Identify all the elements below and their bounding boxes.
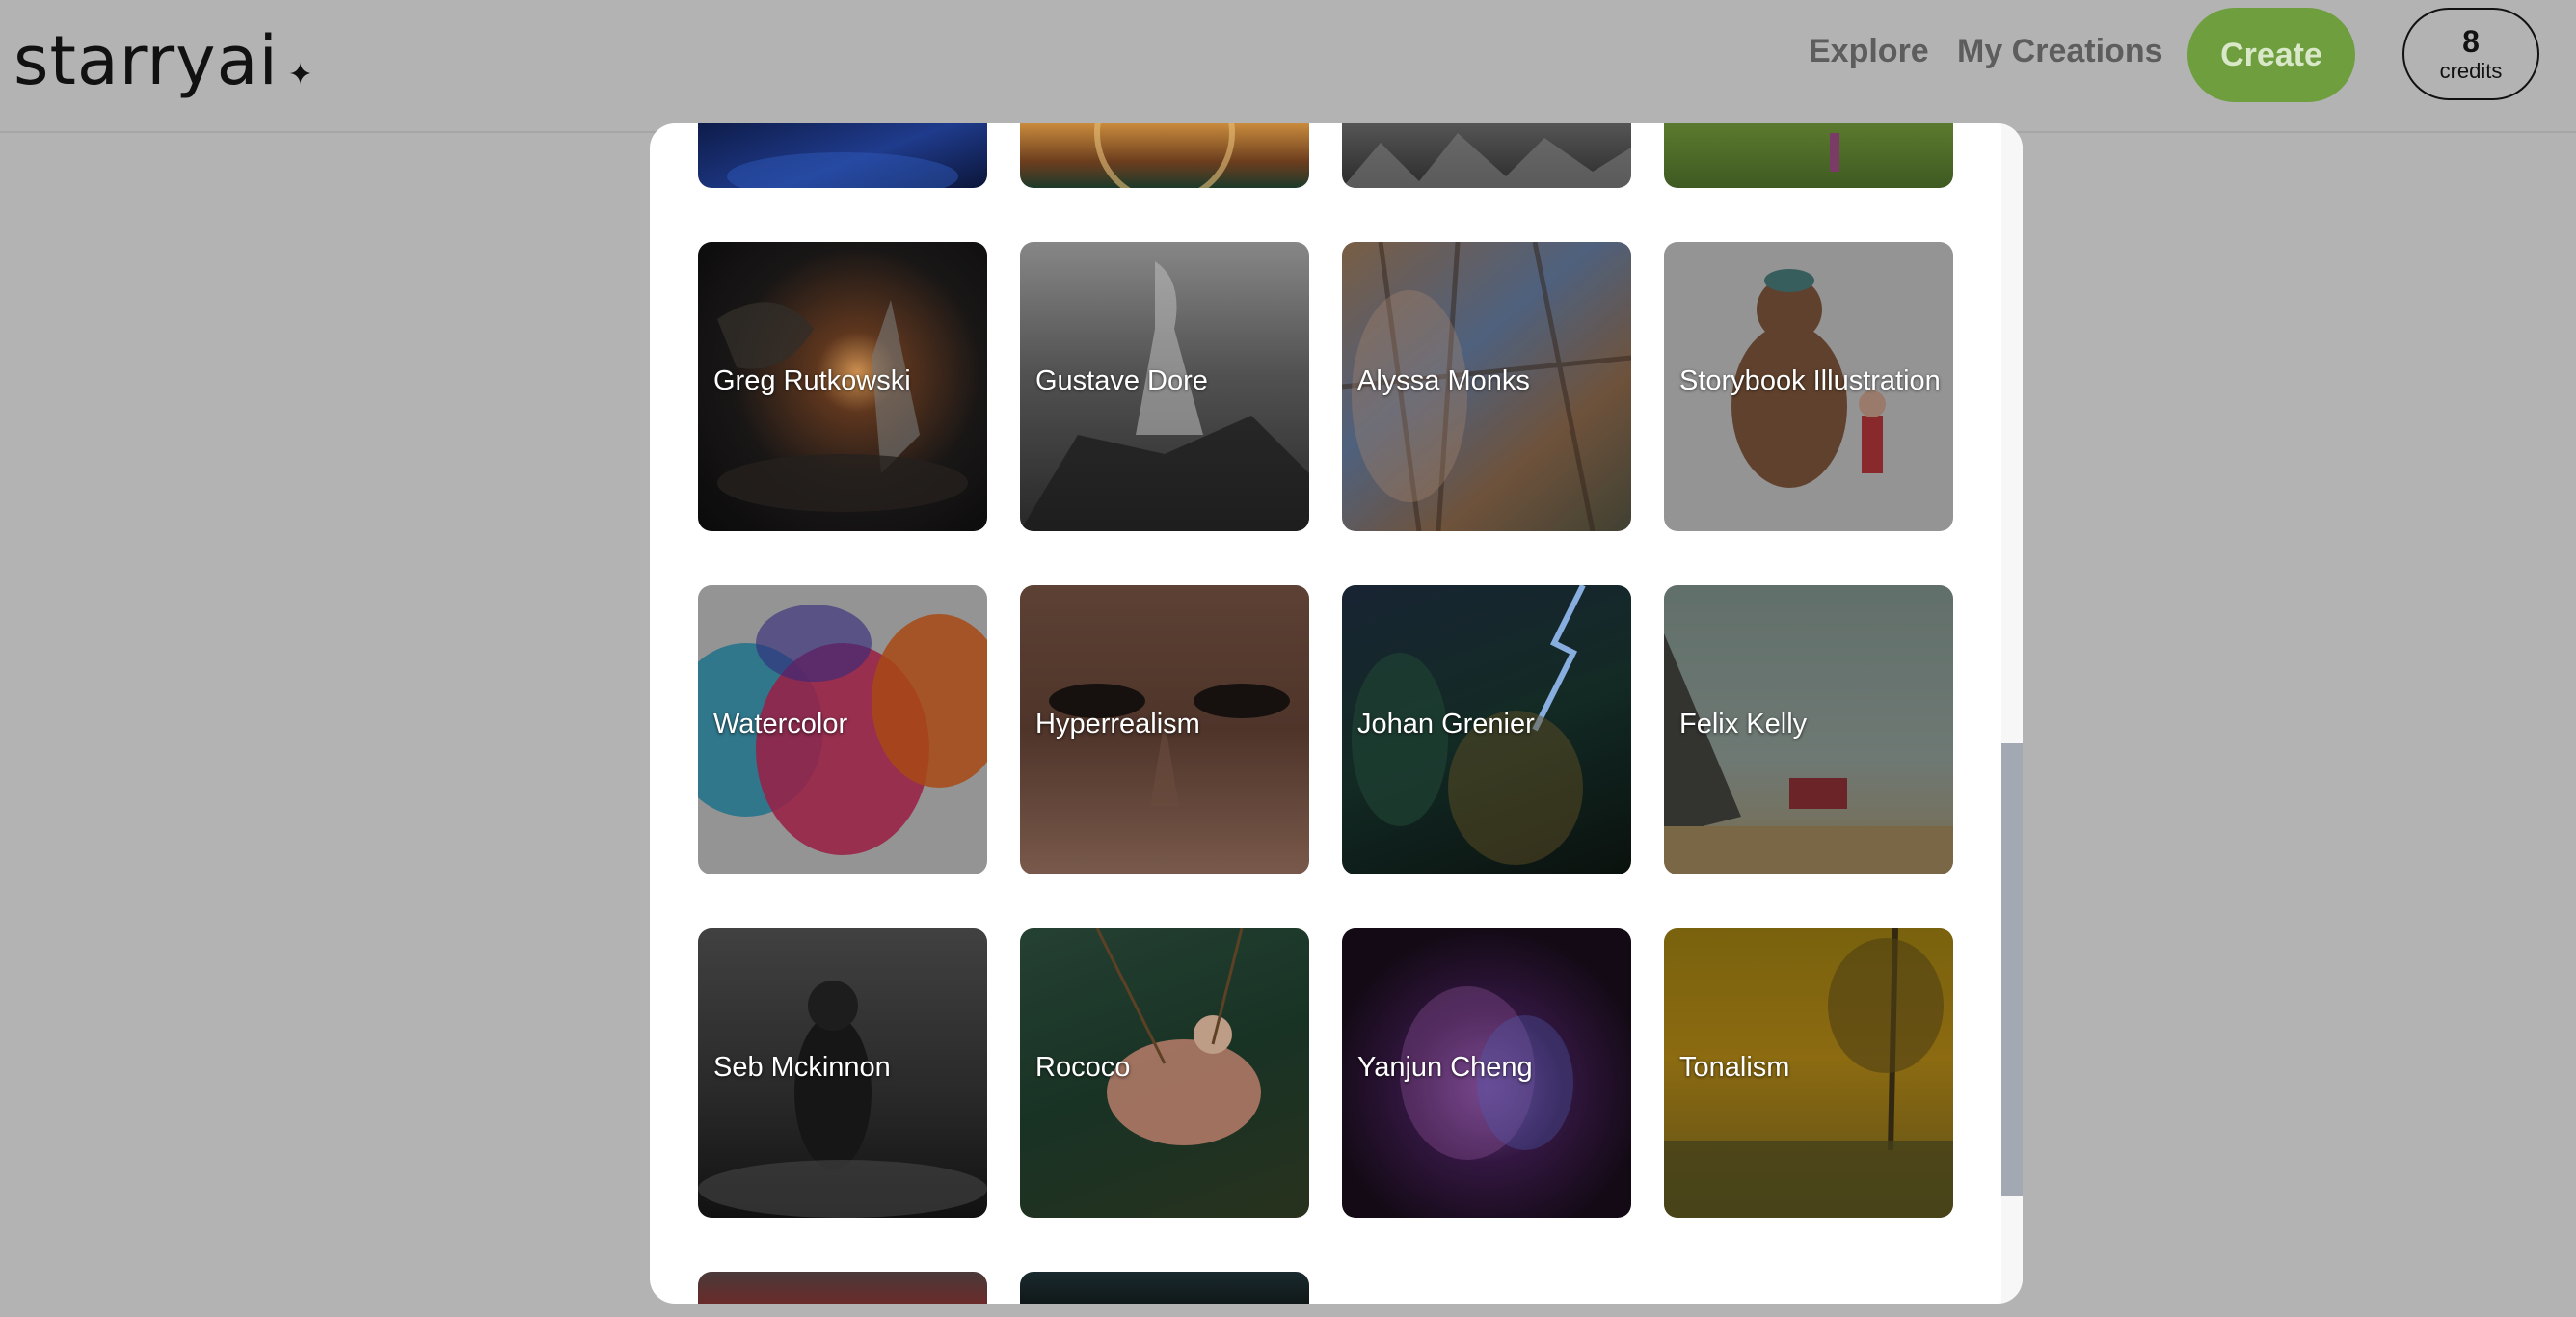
style-tile-storybook-illustration[interactable]: Storybook Illustration: [1664, 242, 1953, 531]
style-tile-hyperrealism[interactable]: Hyperrealism: [1020, 585, 1309, 874]
style-tile-tonalism[interactable]: Tonalism: [1664, 928, 1953, 1218]
credits-count: 8: [2462, 24, 2480, 59]
tile-label: Gustave Dore: [1035, 365, 1208, 396]
tile-artwork: [727, 152, 958, 188]
starryai-logo[interactable]: starryai ✦: [13, 17, 313, 104]
credits-button[interactable]: 8 credits: [2402, 8, 2539, 100]
style-picker-modal: Greg Rutkowski Gustave Dore Alyssa Monks: [650, 123, 2023, 1304]
create-button[interactable]: Create: [2187, 8, 2355, 102]
tile-label: Seb Mckinnon: [713, 1052, 891, 1083]
style-tile-partial[interactable]: [1020, 1272, 1309, 1304]
style-tile-johan-grenier[interactable]: Johan Grenier: [1342, 585, 1631, 874]
credits-label: credits: [2439, 59, 2503, 83]
tile-artwork: [1830, 133, 1839, 172]
tile-label: Rococo: [1035, 1052, 1131, 1083]
style-tile-yanjun-cheng[interactable]: Yanjun Cheng: [1342, 928, 1631, 1218]
style-tile-seb-mckinnon[interactable]: Seb Mckinnon: [698, 928, 987, 1218]
style-tile-partial[interactable]: [1664, 123, 1953, 188]
nav-explore-link[interactable]: Explore: [1809, 33, 1929, 70]
tile-label: Alyssa Monks: [1357, 365, 1530, 396]
tile-artwork: [1094, 123, 1235, 188]
style-grid: Greg Rutkowski Gustave Dore Alyssa Monks: [650, 123, 1999, 1304]
tile-label: Storybook Illustration: [1679, 365, 1941, 396]
style-tile-gustave-dore[interactable]: Gustave Dore: [1020, 242, 1309, 531]
logo-text: starryai: [13, 21, 279, 100]
style-tile-alyssa-monks[interactable]: Alyssa Monks: [1342, 242, 1631, 531]
tile-label: Tonalism: [1679, 1052, 1790, 1083]
tile-label: Watercolor: [713, 709, 848, 739]
scrollbar-thumb[interactable]: [2001, 743, 2023, 1196]
style-tile-greg-rutkowski[interactable]: Greg Rutkowski: [698, 242, 987, 531]
style-tile-felix-kelly[interactable]: Felix Kelly: [1664, 585, 1953, 874]
style-tile-partial[interactable]: [698, 123, 987, 188]
sparkle-icon: ✦: [287, 57, 314, 92]
style-tile-partial[interactable]: [698, 1272, 987, 1304]
tile-label: Johan Grenier: [1357, 709, 1535, 739]
tile-artwork: [1342, 133, 1631, 188]
top-navbar: starryai ✦ Explore My Creations Create 8…: [0, 0, 2576, 133]
tile-label: Hyperrealism: [1035, 709, 1200, 739]
tile-label: Greg Rutkowski: [713, 365, 911, 396]
style-tile-partial[interactable]: [1342, 123, 1631, 188]
style-tile-rococo[interactable]: Rococo: [1020, 928, 1309, 1218]
tile-label: Felix Kelly: [1679, 709, 1808, 739]
style-tile-watercolor[interactable]: Watercolor: [698, 585, 987, 874]
tile-label: Yanjun Cheng: [1357, 1052, 1533, 1083]
style-tile-partial[interactable]: [1020, 123, 1309, 188]
nav-my-creations-link[interactable]: My Creations: [1957, 33, 2163, 70]
